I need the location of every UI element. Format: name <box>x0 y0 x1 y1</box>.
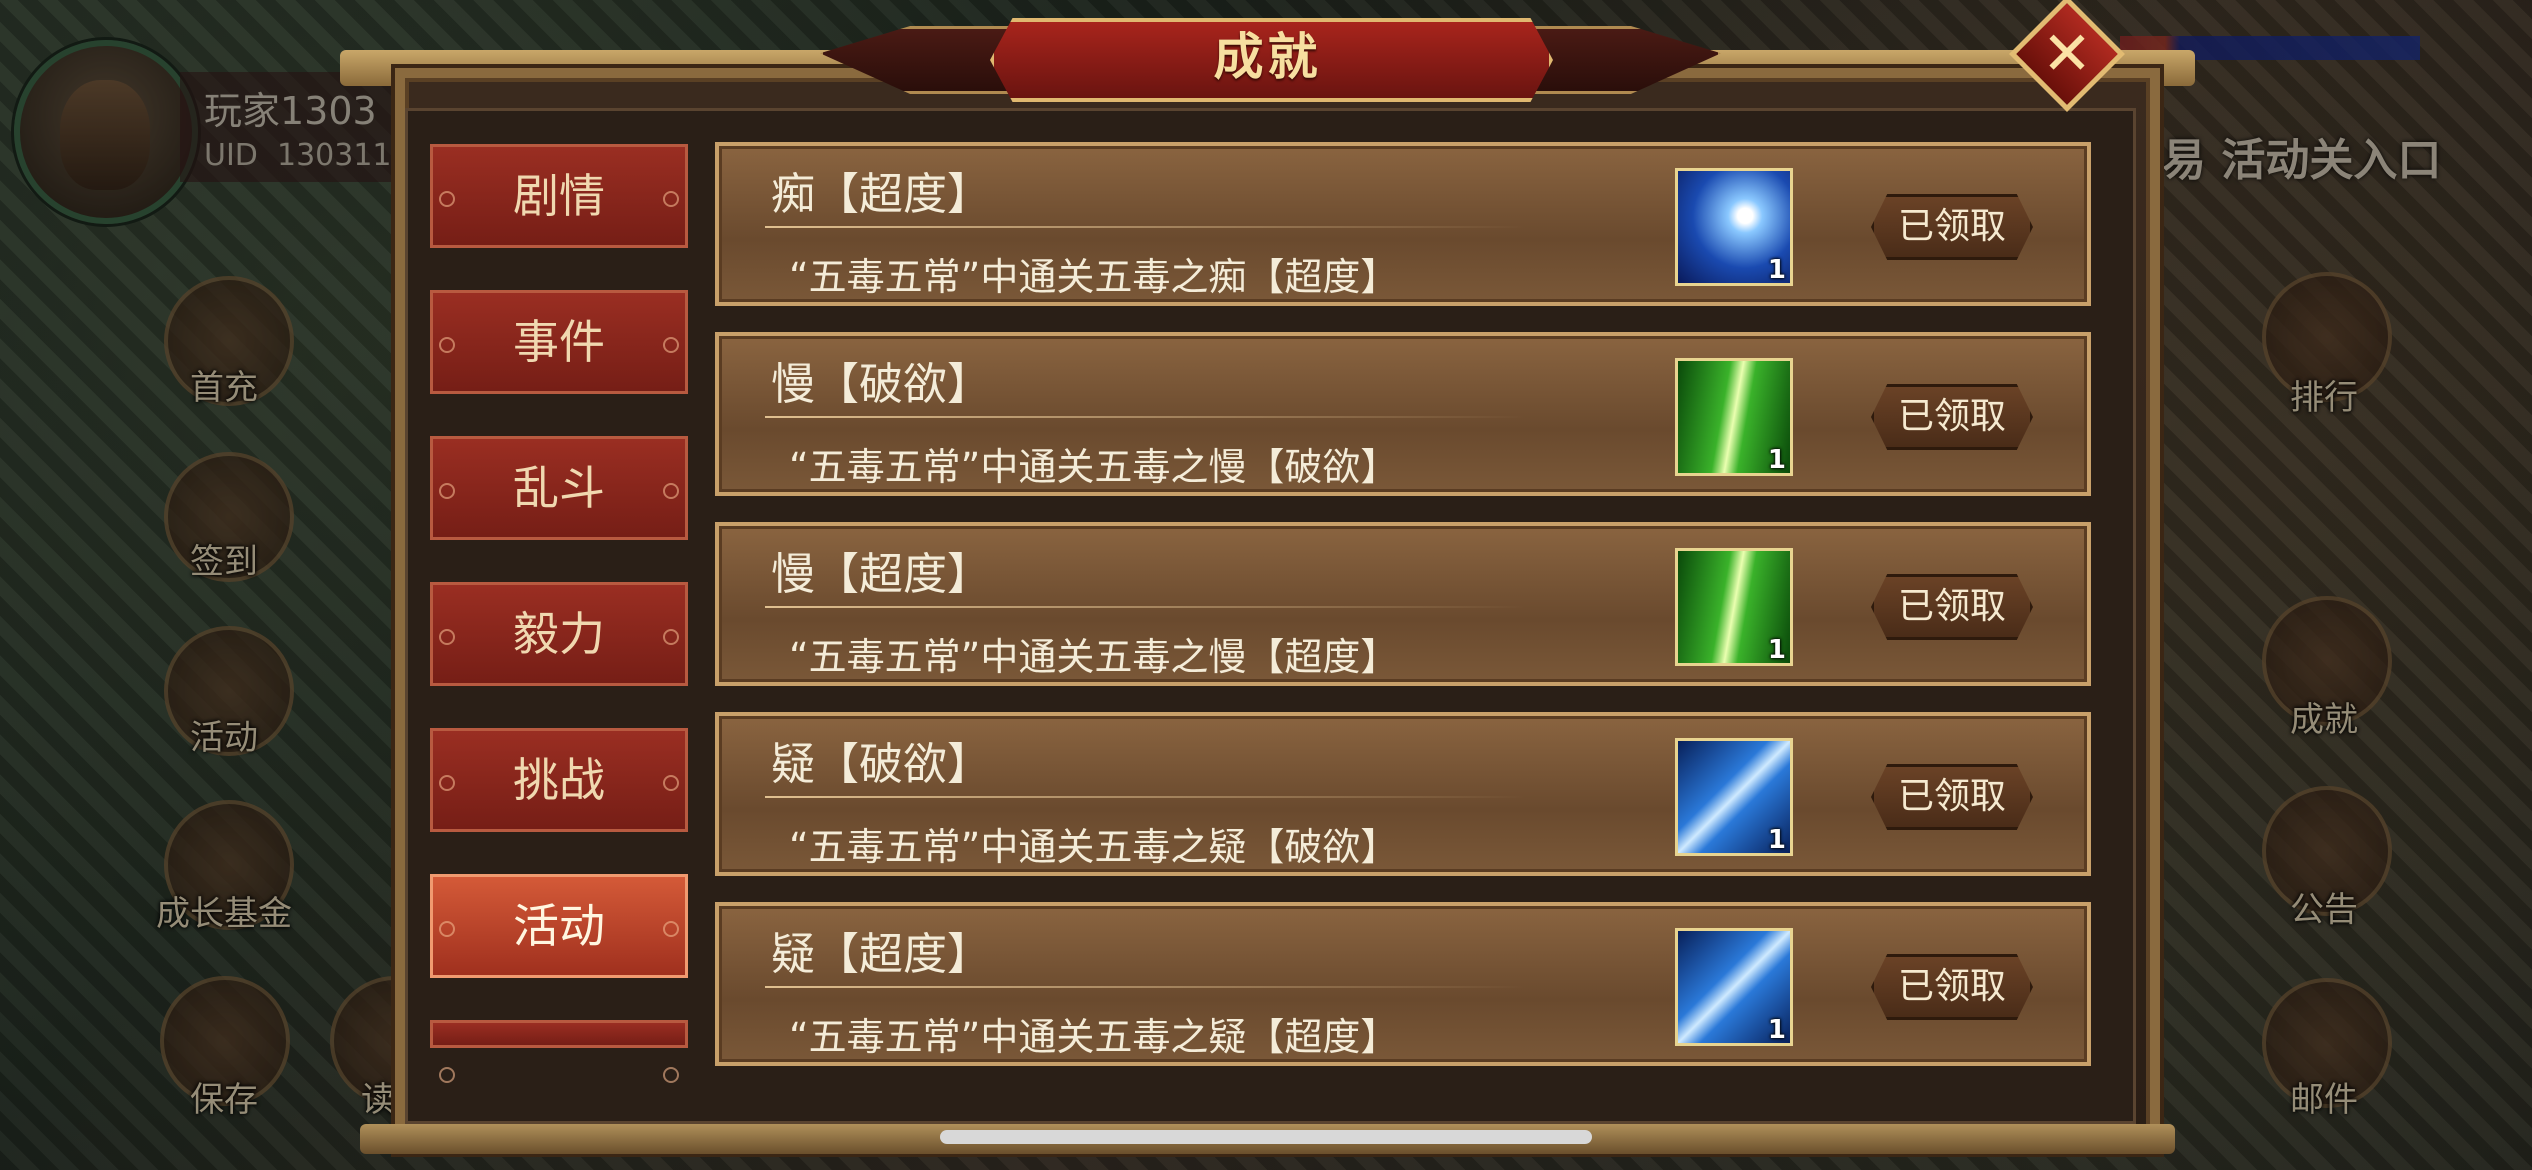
achievement-title: 疑【破欲】 <box>771 739 991 790</box>
reward-count: 1 <box>1767 1015 1786 1045</box>
achievement-desc: “五毒五常”中通关五毒之痴【超度】 <box>789 255 1399 299</box>
home-indicator[interactable] <box>940 1130 1592 1144</box>
achievement-title: 慢【破欲】 <box>771 359 991 410</box>
claimed-button[interactable]: 已领取 <box>1871 574 2033 640</box>
achievement-row: 疑【破欲】 “五毒五常”中通关五毒之疑【破欲】 1 已领取 <box>715 712 2091 876</box>
achievement-row: 慢【超度】 “五毒五常”中通关五毒之慢【超度】 1 已领取 <box>715 522 2091 686</box>
achievement-desc: “五毒五常”中通关五毒之疑【破欲】 <box>789 825 1399 869</box>
claimed-button[interactable]: 已领取 <box>1871 194 2033 260</box>
green-burst-icon[interactable]: 1 <box>1675 548 1793 666</box>
claimed-button[interactable]: 已领取 <box>1871 384 2033 450</box>
dialog-title: 成就 <box>1213 28 1322 86</box>
moon-slash-icon[interactable]: 1 <box>1675 168 1793 286</box>
achievement-row: 疑【超度】 “五毒五常”中通关五毒之疑【超度】 1 已领取 <box>715 902 2091 1066</box>
achievement-title: 痴【超度】 <box>771 169 991 220</box>
achievement-row: 慢【破欲】 “五毒五常”中通关五毒之慢【破欲】 1 已领取 <box>715 332 2091 496</box>
achievement-desc: “五毒五常”中通关五毒之慢【超度】 <box>789 635 1399 679</box>
achievement-desc: “五毒五常”中通关五毒之疑【超度】 <box>789 1015 1399 1059</box>
green-burst-icon[interactable]: 1 <box>1675 358 1793 476</box>
achievement-title: 疑【超度】 <box>771 929 991 980</box>
tab-incident[interactable]: 事件 <box>430 290 688 394</box>
divider <box>765 606 1525 608</box>
divider <box>765 226 1525 228</box>
divider <box>765 796 1525 798</box>
achievement-row: 痴【超度】 “五毒五常”中通关五毒之痴【超度】 1 已领取 <box>715 142 2091 306</box>
reward-count: 1 <box>1767 635 1786 665</box>
tab-next-partial[interactable] <box>430 1020 688 1083</box>
claimed-button[interactable]: 已领取 <box>1871 764 2033 830</box>
close-icon[interactable]: ✕ <box>2026 13 2108 95</box>
tab-challenge[interactable]: 挑战 <box>430 728 688 832</box>
achievement-desc: “五毒五常”中通关五毒之慢【破欲】 <box>789 445 1399 489</box>
tab-perseverance[interactable]: 毅力 <box>430 582 688 686</box>
lightning-icon[interactable]: 1 <box>1675 928 1793 1046</box>
tab-story[interactable]: 剧情 <box>430 144 688 248</box>
divider <box>765 986 1525 988</box>
reward-count: 1 <box>1767 825 1786 855</box>
reward-count: 1 <box>1767 255 1786 285</box>
lightning-icon[interactable]: 1 <box>1675 738 1793 856</box>
achievement-list[interactable]: 痴【超度】 “五毒五常”中通关五毒之痴【超度】 1 已领取 慢【破欲】 “五毒五… <box>715 142 2091 1082</box>
claimed-button[interactable]: 已领取 <box>1871 954 2033 1020</box>
divider <box>765 416 1525 418</box>
tab-activity[interactable]: 活动 <box>430 874 688 978</box>
tab-brawl[interactable]: 乱斗 <box>430 436 688 540</box>
achievement-title: 慢【超度】 <box>771 549 991 600</box>
reward-count: 1 <box>1767 445 1786 475</box>
